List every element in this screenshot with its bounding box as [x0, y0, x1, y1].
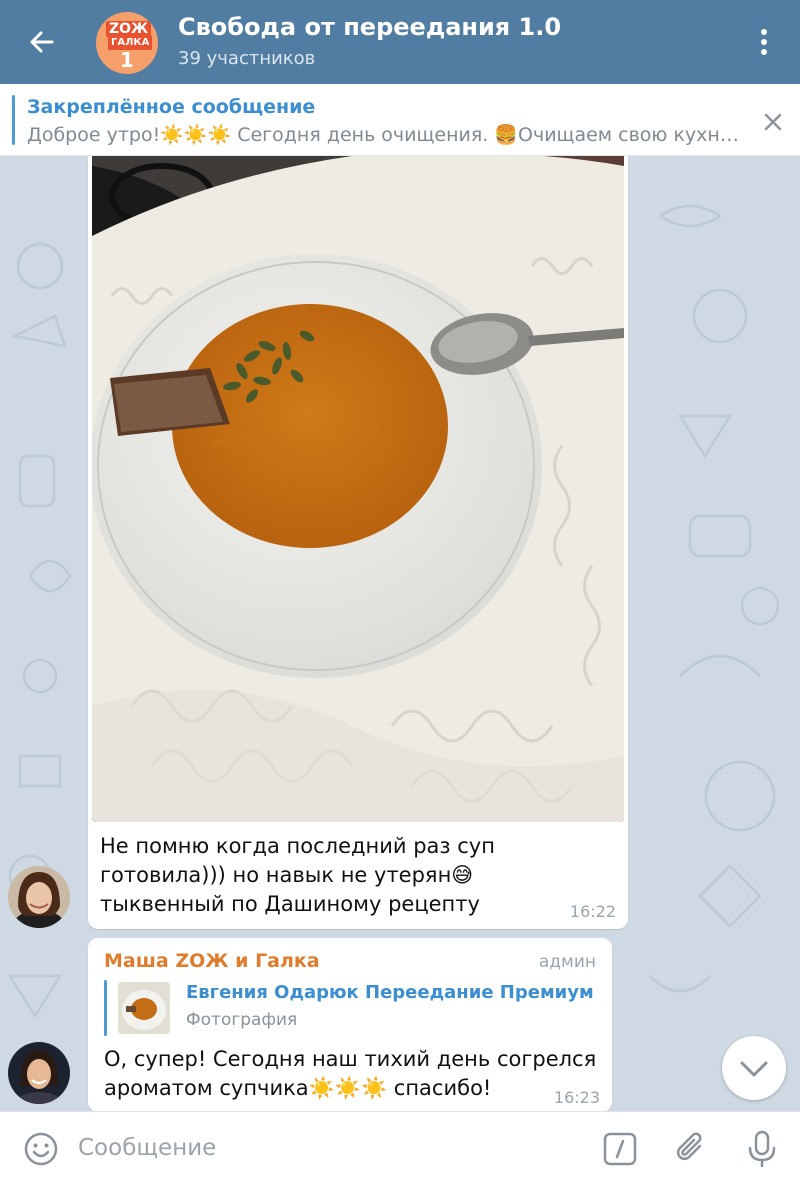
reply-preview[interactable]: Евгения Одарюк Переедание Премиум Фотогр… [104, 980, 594, 1036]
emoji-button[interactable] [22, 1130, 60, 1168]
message-text-line: Не помню когда последний раз суп [100, 834, 495, 858]
message-input[interactable] [78, 1128, 578, 1168]
close-icon [764, 113, 782, 131]
scroll-down-button[interactable] [722, 1036, 786, 1100]
chat-title[interactable]: Свобода от переедания 1.0 [178, 13, 561, 41]
chevron-down-icon [740, 1061, 768, 1077]
more-vert-icon [761, 29, 767, 55]
message-bubble[interactable]: Не помню когда последний раз суп готовил… [88, 156, 628, 929]
message-text-line: О, супер! Сегодня наш тихий день согрелс… [104, 1047, 597, 1071]
message-text-line: ароматом супчика☀️☀️☀️ спасибо! [104, 1076, 492, 1100]
reply-author: Евгения Одарюк Переедание Премиум [186, 982, 594, 1003]
voice-message-button[interactable] [742, 1128, 782, 1170]
avatar[interactable] [8, 866, 70, 928]
avatar-logo-top: ZOЖ [106, 21, 152, 37]
admin-avatar-image [8, 1042, 70, 1104]
more-options-button[interactable] [748, 22, 780, 62]
paperclip-icon [676, 1132, 702, 1161]
chat-header: ZOЖ ГАЛКА 1 Свобода от переедания 1.0 39… [0, 0, 800, 84]
pinned-text: Доброе утро!☀️☀️☀️ Сегодня день очищения… [27, 124, 739, 146]
back-button[interactable] [22, 22, 62, 62]
message-text-line: тыквенный по Дашиному рецепту [100, 892, 480, 916]
pinned-title: Закреплённое сообщение [27, 96, 316, 118]
message-composer [0, 1111, 800, 1183]
reply-thumbnail [118, 982, 170, 1034]
avatar[interactable] [8, 1042, 70, 1104]
reply-text: Фотография [186, 1010, 298, 1030]
microphone-icon [748, 1130, 776, 1168]
bot-command-icon [603, 1132, 637, 1166]
message-time: 16:23 [553, 1088, 600, 1107]
chat-area[interactable]: Не помню когда последний раз суп готовил… [0, 156, 800, 1111]
admin-badge: админ [538, 952, 596, 972]
message-text-line: готовила))) но навык не утерян😅 [100, 863, 474, 887]
user-avatar-image [8, 866, 70, 928]
message-photo[interactable] [92, 156, 624, 822]
close-pinned-button[interactable] [758, 107, 788, 137]
reply-accent-bar [104, 980, 107, 1036]
message-bubble[interactable]: Маша ZOЖ и Галка админ Евгения Одарюк Пе… [88, 938, 612, 1111]
group-avatar[interactable]: ZOЖ ГАЛКА 1 [96, 12, 158, 74]
attach-button[interactable] [672, 1128, 712, 1168]
back-arrow-icon [30, 31, 54, 53]
soup-photo-image [92, 156, 624, 822]
member-count: 39 участников [178, 48, 316, 69]
reply-thumbnail-image [118, 982, 170, 1034]
avatar-logo-number: 1 [120, 48, 134, 72]
pinned-accent-bar [12, 95, 15, 145]
bot-command-button[interactable] [602, 1131, 638, 1167]
sender-name[interactable]: Маша ZOЖ и Галка [104, 950, 320, 972]
message-time: 16:22 [569, 902, 616, 921]
pinned-message[interactable]: Закреплённое сообщение Доброе утро!☀️☀️☀… [0, 84, 800, 156]
emoji-icon [24, 1132, 58, 1166]
